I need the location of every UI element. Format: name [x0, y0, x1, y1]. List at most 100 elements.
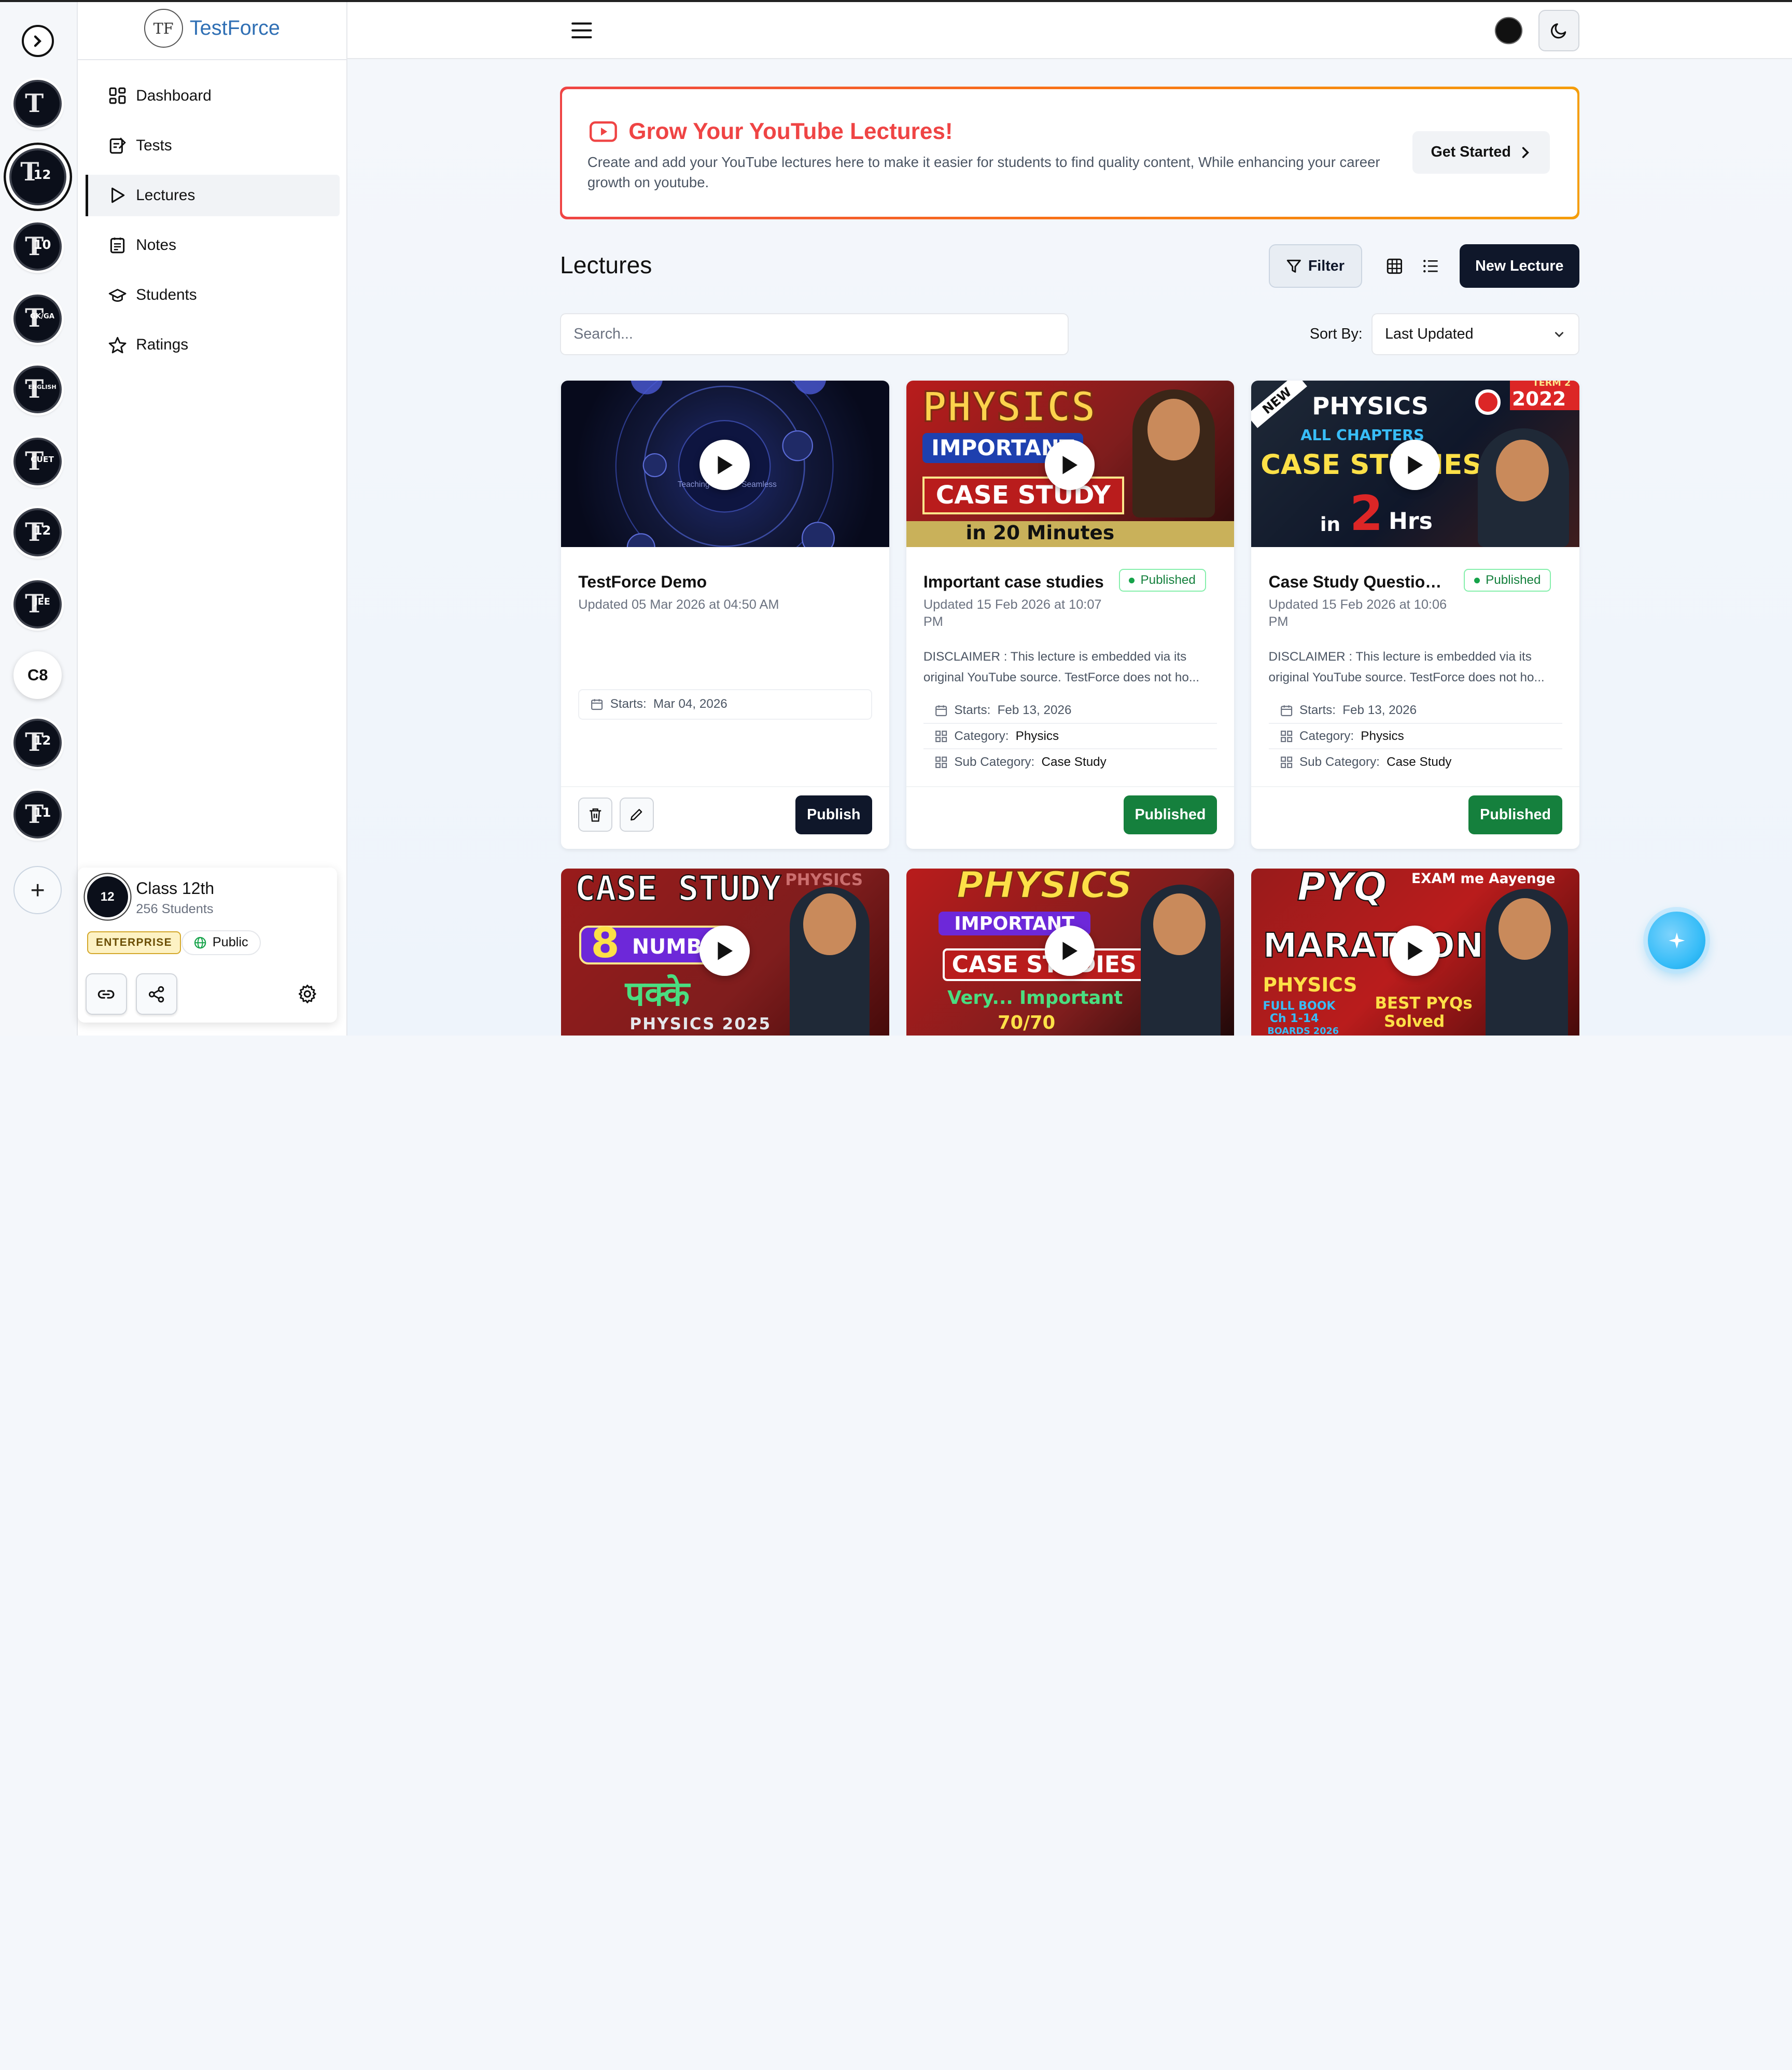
sidebar-item-ratings[interactable]: Ratings — [86, 325, 339, 366]
meta-starts: Starts: Mar 04, 2026 — [579, 690, 871, 719]
link-icon — [98, 989, 115, 999]
expand-rail-button[interactable] — [21, 25, 54, 57]
ai-assistant-button[interactable] — [1648, 912, 1705, 969]
rail-class-avatar[interactable]: T — [13, 79, 62, 128]
visibility-label: Public — [212, 935, 248, 950]
sidebar-item-label: Notes — [136, 236, 176, 254]
theme-toggle-button[interactable] — [1538, 10, 1580, 51]
published-button[interactable]: Published — [1123, 795, 1217, 834]
sidebar-item-dashboard[interactable]: Dashboard — [86, 75, 339, 116]
sidebar-item-label: Dashboard — [136, 87, 212, 104]
lecture-card[interactable]: PYQ EXAM me Aayenge MARATHON PHYSICS FUL… — [1251, 868, 1580, 1036]
share-button[interactable] — [136, 973, 177, 1015]
thumbnail-text: Ch 1-14 — [1269, 1012, 1319, 1026]
published-button[interactable]: Published — [1468, 795, 1562, 834]
graduation-cap-icon — [108, 286, 127, 304]
meta-value: Case Study — [1041, 755, 1107, 770]
new-lecture-button[interactable]: New Lecture — [1459, 244, 1580, 288]
menu-button[interactable] — [571, 21, 592, 39]
grid-view-button[interactable] — [1377, 244, 1411, 288]
meta-key: Sub Category: — [1299, 755, 1380, 770]
lecture-disclaimer: DISCLAIMER : This lecture is embedded vi… — [923, 650, 1200, 684]
rail-class-avatar[interactable]: T ENGLISH — [13, 365, 62, 414]
rail-class-avatar[interactable]: T 10 — [13, 222, 62, 271]
grid-icon — [1387, 258, 1402, 274]
delete-button[interactable] — [578, 798, 613, 832]
plan-badge: ENTERPRISE — [87, 931, 181, 954]
edit-button[interactable] — [619, 798, 654, 832]
moon-icon — [1550, 23, 1566, 39]
thumbnail-text: Very... Important — [947, 987, 1123, 1009]
thumbnail-text: PHYSICS — [956, 868, 1133, 907]
search-input[interactable] — [559, 313, 1069, 356]
play-button[interactable] — [1390, 440, 1440, 491]
sidebar-item-students[interactable]: Students — [86, 274, 339, 315]
sidebar-item-notes[interactable]: Notes — [86, 225, 339, 265]
rail-class-initials[interactable]: C8 — [13, 651, 62, 700]
lecture-thumbnail[interactable]: NEW PHYSICS TERM 2 2022 ALL CHAPTERS CAS… — [1251, 380, 1580, 548]
play-icon — [718, 456, 733, 474]
rail-class-avatar[interactable]: T 12 — [13, 718, 62, 767]
rail-class-avatar[interactable]: T CUET — [13, 437, 62, 486]
promo-title: Grow Your YouTube Lectures! — [590, 119, 953, 145]
play-button[interactable] — [1044, 925, 1095, 976]
list-view-button[interactable] — [1413, 244, 1448, 288]
play-button[interactable] — [1044, 440, 1095, 491]
meta-value: Physics — [1015, 729, 1059, 743]
thumbnail-text: in 20 Minutes — [906, 521, 1235, 548]
lecture-card[interactable]: Teaching Seamless TestForce Demo Updated… — [561, 380, 889, 849]
copy-link-button[interactable] — [86, 973, 127, 1015]
user-avatar[interactable] — [1496, 18, 1521, 44]
sort-select[interactable]: Last Updated — [1371, 313, 1580, 356]
meta-category: Category: Physics — [1268, 724, 1562, 750]
sidebar-item-tests[interactable]: Tests — [86, 125, 339, 166]
meta-starts: Starts: Feb 13, 2026 — [923, 698, 1217, 724]
thumbnail-text: Hrs — [1388, 508, 1433, 535]
settings-button[interactable] — [297, 984, 318, 1004]
lecture-card[interactable]: PHYSICS IMPORTANT CASE STUDY in 20 Minut… — [906, 380, 1235, 849]
rail-class-avatar[interactable]: T 12 — [13, 508, 62, 556]
thumbnail-text: PHYSICS — [1312, 391, 1429, 420]
rail-class-avatar-active[interactable]: T 12 — [9, 148, 66, 206]
sidebar: TF TestForce Dashboard Tests Lectures No… — [77, 2, 348, 1036]
play-button[interactable] — [699, 440, 750, 491]
main-content: Grow Your YouTube Lectures! Create and a… — [347, 60, 1792, 1036]
lecture-card[interactable]: NEW PHYSICS TERM 2 2022 ALL CHAPTERS CAS… — [1251, 380, 1580, 849]
play-button[interactable] — [699, 925, 750, 976]
publish-button[interactable]: Publish — [795, 795, 872, 834]
visibility-badge: Public — [181, 930, 261, 956]
thumbnail-text: Seamless — [741, 480, 777, 489]
thumbnail-text: NEW — [1251, 380, 1308, 428]
meta-key: Starts: — [610, 697, 647, 711]
lecture-thumbnail[interactable]: PHYSICS IMPORTANT CASE STUDY in 20 Minut… — [906, 380, 1235, 548]
rail-class-avatar[interactable]: T 11 — [13, 790, 62, 839]
play-button[interactable] — [1390, 925, 1440, 976]
sidebar-item-lectures[interactable]: Lectures — [86, 175, 340, 216]
lecture-card[interactable]: PHYSICS IMPORTANT CASE STUDIES Very... I… — [906, 868, 1235, 1036]
filter-button[interactable]: Filter — [1268, 244, 1363, 288]
filter-label: Filter — [1308, 257, 1345, 274]
chevron-right-icon — [1522, 147, 1530, 158]
rail-class-avatar[interactable]: T JEE — [13, 580, 62, 628]
get-started-button[interactable]: Get Started — [1412, 131, 1550, 174]
add-class-button[interactable]: + — [13, 866, 62, 914]
category-icon — [1280, 730, 1292, 742]
star-icon — [108, 336, 127, 354]
sidebar-item-label: Lectures — [136, 186, 195, 204]
lecture-thumbnail[interactable]: Teaching Seamless — [561, 380, 889, 548]
meta-key: Category: — [1299, 729, 1354, 743]
promo-title-text: Grow Your YouTube Lectures! — [628, 118, 953, 144]
page-title: Lectures — [559, 251, 652, 279]
lecture-card[interactable]: CASE STUDY PHYSICS 8 NUMBER पक्के PHYSIC… — [561, 868, 889, 1036]
thumbnail-text: Solved — [1384, 1012, 1445, 1031]
sparkle-icon — [1668, 932, 1685, 948]
meta-starts: Starts: Feb 13, 2026 — [1268, 698, 1562, 724]
rail-class-avatar[interactable]: T GK/GA — [13, 295, 62, 343]
brand[interactable]: TF TestForce — [144, 9, 280, 48]
thumbnail-text: PHYSICS — [921, 382, 1097, 431]
chevron-down-icon — [1555, 332, 1563, 338]
class-avatar: 12 — [87, 876, 128, 918]
meta-subcategory: Sub Category: Case Study — [1269, 749, 1562, 775]
meta-value: Physics — [1361, 729, 1404, 743]
meta-key: Sub Category: — [954, 755, 1035, 770]
